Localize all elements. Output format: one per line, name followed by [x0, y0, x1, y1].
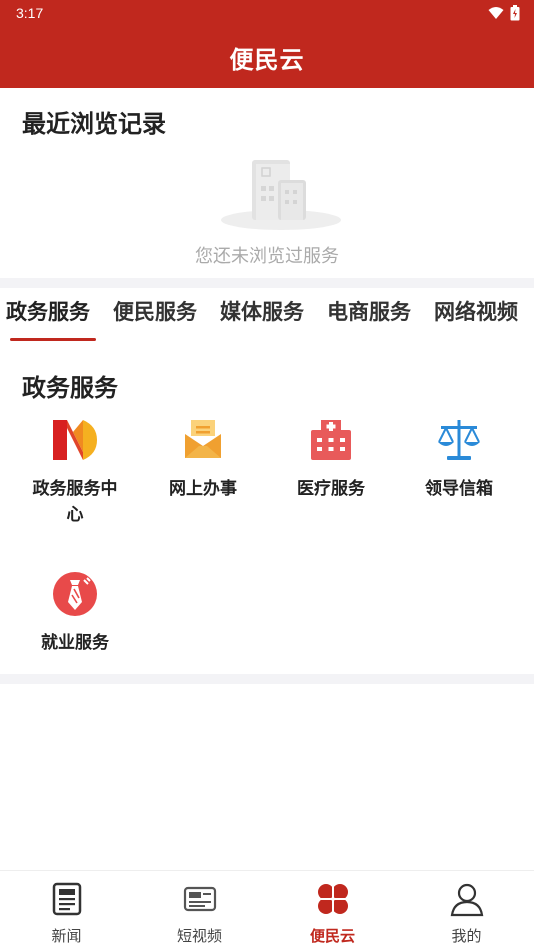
- online-affairs-icon: [185, 420, 221, 458]
- tab-online-video[interactable]: 网络视频: [434, 296, 518, 326]
- header-bar: 3:17 便民云: [0, 0, 534, 88]
- nav-short-video-label: 短视频: [176, 927, 222, 945]
- nav-mine[interactable]: 我的: [400, 881, 533, 946]
- service-tabs: 政务服务 便民服务 媒体服务 电商服务 网络视频: [0, 288, 534, 346]
- recent-title: 最近浏览记录: [22, 109, 166, 138]
- tab-media-services[interactable]: 媒体服务: [220, 296, 304, 326]
- employment-services-item[interactable]: 就业服务: [15, 570, 135, 656]
- tab-ecommerce-services[interactable]: 电商服务: [327, 296, 411, 326]
- nav-mine-label: 我的: [451, 927, 482, 945]
- employment-tie-icon: [53, 572, 97, 616]
- tab-convenience-services[interactable]: 便民服务: [113, 296, 197, 326]
- clover-icon: [317, 884, 348, 914]
- online-affairs-label: 网上办事: [169, 479, 237, 499]
- gov-center-label: 政务服务中心: [32, 479, 118, 525]
- divider: [0, 278, 534, 288]
- bottom-nav: 新闻 短视频 便民云 我的: [0, 870, 534, 950]
- video-icon: [183, 886, 216, 912]
- tab-gov-services[interactable]: 政务服务: [6, 296, 90, 326]
- gov-services-section: 政务服务 政务服务中心 网上办事 医疗服务 领导信箱 就业服务: [0, 346, 534, 674]
- gov-center-logo-icon: [53, 420, 97, 460]
- status-icons: [488, 5, 520, 21]
- empty-state-text: 您还未浏览过服务: [195, 246, 339, 267]
- nav-news-label: 新闻: [51, 927, 82, 945]
- gov-services-title: 政务服务: [22, 373, 118, 402]
- empty-buildings-icon: [221, 160, 341, 230]
- recent-section: 最近浏览记录 您还未浏览过服务: [0, 88, 534, 278]
- gov-center-item[interactable]: 政务服务中心: [15, 416, 135, 528]
- user-icon: [450, 883, 483, 917]
- nav-news[interactable]: 新闻: [0, 881, 133, 946]
- medical-services-label: 医疗服务: [297, 479, 365, 499]
- active-tab-indicator: [10, 338, 96, 341]
- nav-short-video[interactable]: 短视频: [133, 881, 266, 946]
- leader-mailbox-label: 领导信箱: [425, 479, 493, 499]
- hospital-icon: [311, 420, 351, 460]
- scales-icon: [438, 420, 480, 460]
- nav-convenience-cloud-label: 便民云: [309, 927, 355, 945]
- battery-icon: [510, 5, 520, 21]
- page-title: 便民云: [229, 45, 305, 74]
- online-affairs-item[interactable]: 网上办事: [143, 416, 263, 502]
- nav-convenience-cloud[interactable]: 便民云: [266, 881, 399, 946]
- status-time: 3:17: [16, 5, 44, 21]
- divider: [0, 674, 534, 684]
- wifi-icon: [488, 7, 504, 19]
- employment-services-label: 就业服务: [41, 633, 109, 653]
- news-icon: [52, 882, 81, 916]
- medical-services-item[interactable]: 医疗服务: [271, 416, 391, 502]
- leader-mailbox-item[interactable]: 领导信箱: [399, 416, 519, 502]
- status-bar: 3:17: [0, 0, 534, 26]
